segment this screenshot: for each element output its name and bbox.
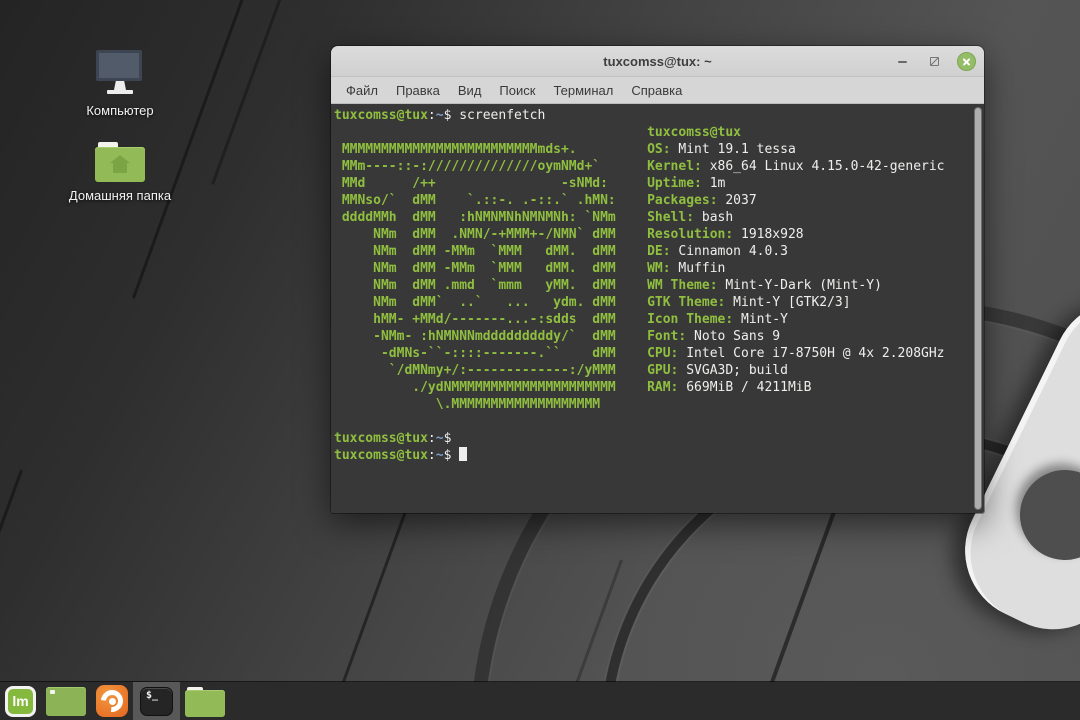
terminal-cursor	[459, 447, 467, 461]
terminal-line: `/dMNmy+/:-------------:/yMMM GPU: SVGA3…	[334, 362, 970, 379]
window-controls	[893, 46, 976, 77]
terminal-icon: $_	[140, 687, 173, 716]
terminal-line: MMMMMMMMMMMMMMMMMMMMMMMMMmds+. OS: Mint …	[334, 141, 970, 158]
taskbar: lm $_	[0, 682, 1080, 720]
desktop-icon-label: Домашняя папка	[69, 188, 171, 203]
scrollbar[interactable]	[974, 107, 982, 510]
desktop-icon-computer[interactable]: Компьютер	[55, 50, 185, 118]
terminal-line: tuxcomss@tux:~$	[334, 447, 970, 464]
firefox-icon	[96, 685, 128, 717]
terminal-line: ddddMMh dMM :hNMNMNhNMNMNh: `NMm Shell: …	[334, 209, 970, 226]
terminal-line: ./ydNMMMMMMMMMMMMMMMMMMMMM RAM: 669MiB /…	[334, 379, 970, 396]
terminal-line: tuxcomss@tux	[334, 124, 970, 141]
mint-menu-button[interactable]: lm	[0, 682, 41, 720]
desktop: Компьютер Домашняя папка tuxcomss@tux: ~…	[0, 0, 1080, 720]
menubar: Файл Правка Вид Поиск Терминал Справка	[331, 77, 984, 104]
terminal-line: NMm dMM .NMN/-+MMM+-/NMN` dMM Resolution…	[334, 226, 970, 243]
terminal-launcher[interactable]: $_	[133, 682, 180, 720]
terminal-line: MMNso/` dMM `.::-. .-::.` .hMN: Packages…	[334, 192, 970, 209]
home-folder-icon	[95, 142, 145, 182]
terminal-line: NMm dMM -MMm `MMM dMM. dMM WM: Muffin	[334, 260, 970, 277]
minimize-button[interactable]	[893, 52, 912, 71]
terminal-window: tuxcomss@tux: ~ Файл Правка Вид Поиск Те…	[331, 46, 984, 513]
menu-edit[interactable]: Правка	[387, 83, 449, 98]
close-button[interactable]	[957, 52, 976, 71]
titlebar[interactable]: tuxcomss@tux: ~	[331, 46, 984, 77]
computer-icon	[96, 50, 144, 97]
folder-icon	[185, 686, 225, 717]
menu-file[interactable]: Файл	[337, 83, 387, 98]
menu-terminal[interactable]: Терминал	[544, 83, 622, 98]
terminal-line: MMm----::-://////////////oymNMd+` Kernel…	[334, 158, 970, 175]
terminal-line: -dMNs-``-::::-------.`` dMM CPU: Intel C…	[334, 345, 970, 362]
terminal-line: NMm dMM` ..` ... ydm. dMM GTK Theme: Min…	[334, 294, 970, 311]
window-title: tuxcomss@tux: ~	[331, 54, 984, 69]
menu-help[interactable]: Справка	[622, 83, 691, 98]
files-launcher[interactable]	[180, 682, 230, 720]
terminal-line: NMm dMM .mmd `mmm yMM. dMM WM Theme: Min…	[334, 277, 970, 294]
terminal-line: hMM- +MMd/-------...-:sdds dMM Icon Them…	[334, 311, 970, 328]
terminal-line: NMm dMM -MMm `MMM dMM. dMM DE: Cinnamon …	[334, 243, 970, 260]
desktop-icon-label: Компьютер	[86, 103, 153, 118]
wallpaper-line	[211, 0, 303, 185]
desktop-icon-home-folder[interactable]: Домашняя папка	[55, 142, 185, 203]
firefox-launcher[interactable]	[91, 682, 133, 720]
terminal-line: MMd /++ -sNMd: Uptime: 1m	[334, 175, 970, 192]
restore-button[interactable]	[925, 52, 944, 71]
terminal-output: tuxcomss@tux:~$ screenfetch tuxcomss@tux…	[334, 107, 970, 513]
terminal-body[interactable]: tuxcomss@tux:~$ screenfetch tuxcomss@tux…	[331, 104, 984, 513]
terminal-line: \.MMMMMMMMMMMMMMMMMMM	[334, 396, 970, 413]
show-desktop-button[interactable]	[41, 682, 91, 720]
show-desktop-icon	[46, 687, 86, 716]
menu-view[interactable]: Вид	[449, 83, 491, 98]
terminal-line: tuxcomss@tux:~$ screenfetch	[334, 107, 970, 124]
terminal-line: -NMm- :hNMNNNmdddddddddy/` dMM Font: Not…	[334, 328, 970, 345]
mint-logo-icon: lm	[5, 686, 36, 717]
terminal-line	[334, 413, 970, 430]
terminal-line: tuxcomss@tux:~$	[334, 430, 970, 447]
menu-search[interactable]: Поиск	[490, 83, 544, 98]
